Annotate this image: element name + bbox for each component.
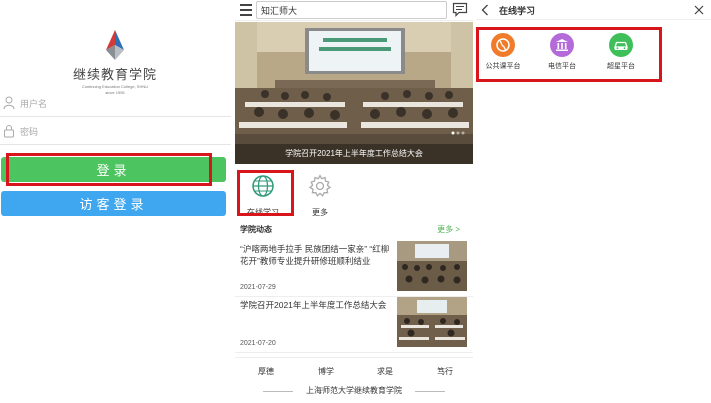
search-box[interactable]: 知汇师大 [256,1,447,19]
platforms-highlight [476,27,662,82]
search-text: 知汇师大 [261,6,298,16]
footer-rule-right [415,391,445,392]
menu-icon[interactable] [240,4,252,16]
online-learning-highlight [237,170,294,216]
quick-more[interactable]: 更多 [300,174,340,218]
news-date: 2021-07-29 [240,284,276,291]
footer: 上海师范大学继续教育学院 [235,385,473,399]
banner-caption: 学院召开2021年上半年度工作总结大会 [235,144,473,164]
conference-hall-photo [235,22,473,164]
motto-tabs: 厚德 博学 求是 笃行 [235,357,473,381]
password-input[interactable] [20,122,220,142]
news-thumbnail [397,241,467,291]
news-section-header: 学院动态 更多 > [240,224,468,238]
learn-top-bar: 在线学习 [476,0,711,20]
more-news-link[interactable]: 更多 > [437,224,460,235]
lock-icon [4,125,14,138]
page-title: 在线学习 [499,6,536,16]
news-item[interactable]: 学院召开2021年上半年度工作总结大会 2021-07-20 [235,297,473,353]
logo-subtitle: Continuing Education College, SHNU [81,84,149,89]
guest-login-button[interactable]: 访客登录 [1,191,226,216]
news-title: 学院召开2021年上半年度工作总结大会 [240,300,387,310]
close-icon[interactable] [694,5,704,15]
login-button-highlight [6,153,212,186]
quick-link-label: 更多 [312,208,328,217]
username-field-row [0,91,231,117]
logo-name: 继续教育学院 [72,67,157,82]
login-panel: 继续教育学院 Continuing Education College, SHN… [0,0,231,403]
home-top-bar: 知汇师大 [235,0,473,21]
college-emblem-icon [106,30,124,60]
motto-tab[interactable]: 笃行 [437,366,453,377]
motto-tab[interactable]: 厚德 [258,366,274,377]
section-title: 学院动态 [240,225,272,234]
motto-tab[interactable]: 博学 [318,366,334,377]
news-banner[interactable]: 学院召开2021年上半年度工作总结大会 [235,22,473,164]
back-arrow-icon[interactable] [481,4,489,16]
college-logo: 继续教育学院 Continuing Education College, SHN… [70,28,160,95]
gear-icon [308,174,332,197]
user-icon [3,96,15,110]
news-item[interactable]: “沪喀两地手拉手 民族团结一家亲” “红柳花开”教师专业提升研修班顺利结业 20… [235,241,473,297]
online-learning-panel: 在线学习 公共课平台 电信平台 超星平台 [476,0,711,403]
password-field-row [0,119,231,145]
news-date: 2021-07-20 [240,340,276,347]
username-input[interactable] [20,94,220,114]
home-panel: 知汇师大 学院召开2021年上半年度工作总结大会 在线学习 更多 学院动态 更多… [235,0,473,403]
banner-dots [451,122,465,140]
news-title: “沪喀两地手拉手 民族团结一家亲” “红柳花开”教师专业提升研修班顺利结业 [240,244,390,266]
news-thumbnail [397,297,467,347]
motto-tab[interactable]: 求是 [377,366,393,377]
message-icon[interactable] [452,2,468,17]
